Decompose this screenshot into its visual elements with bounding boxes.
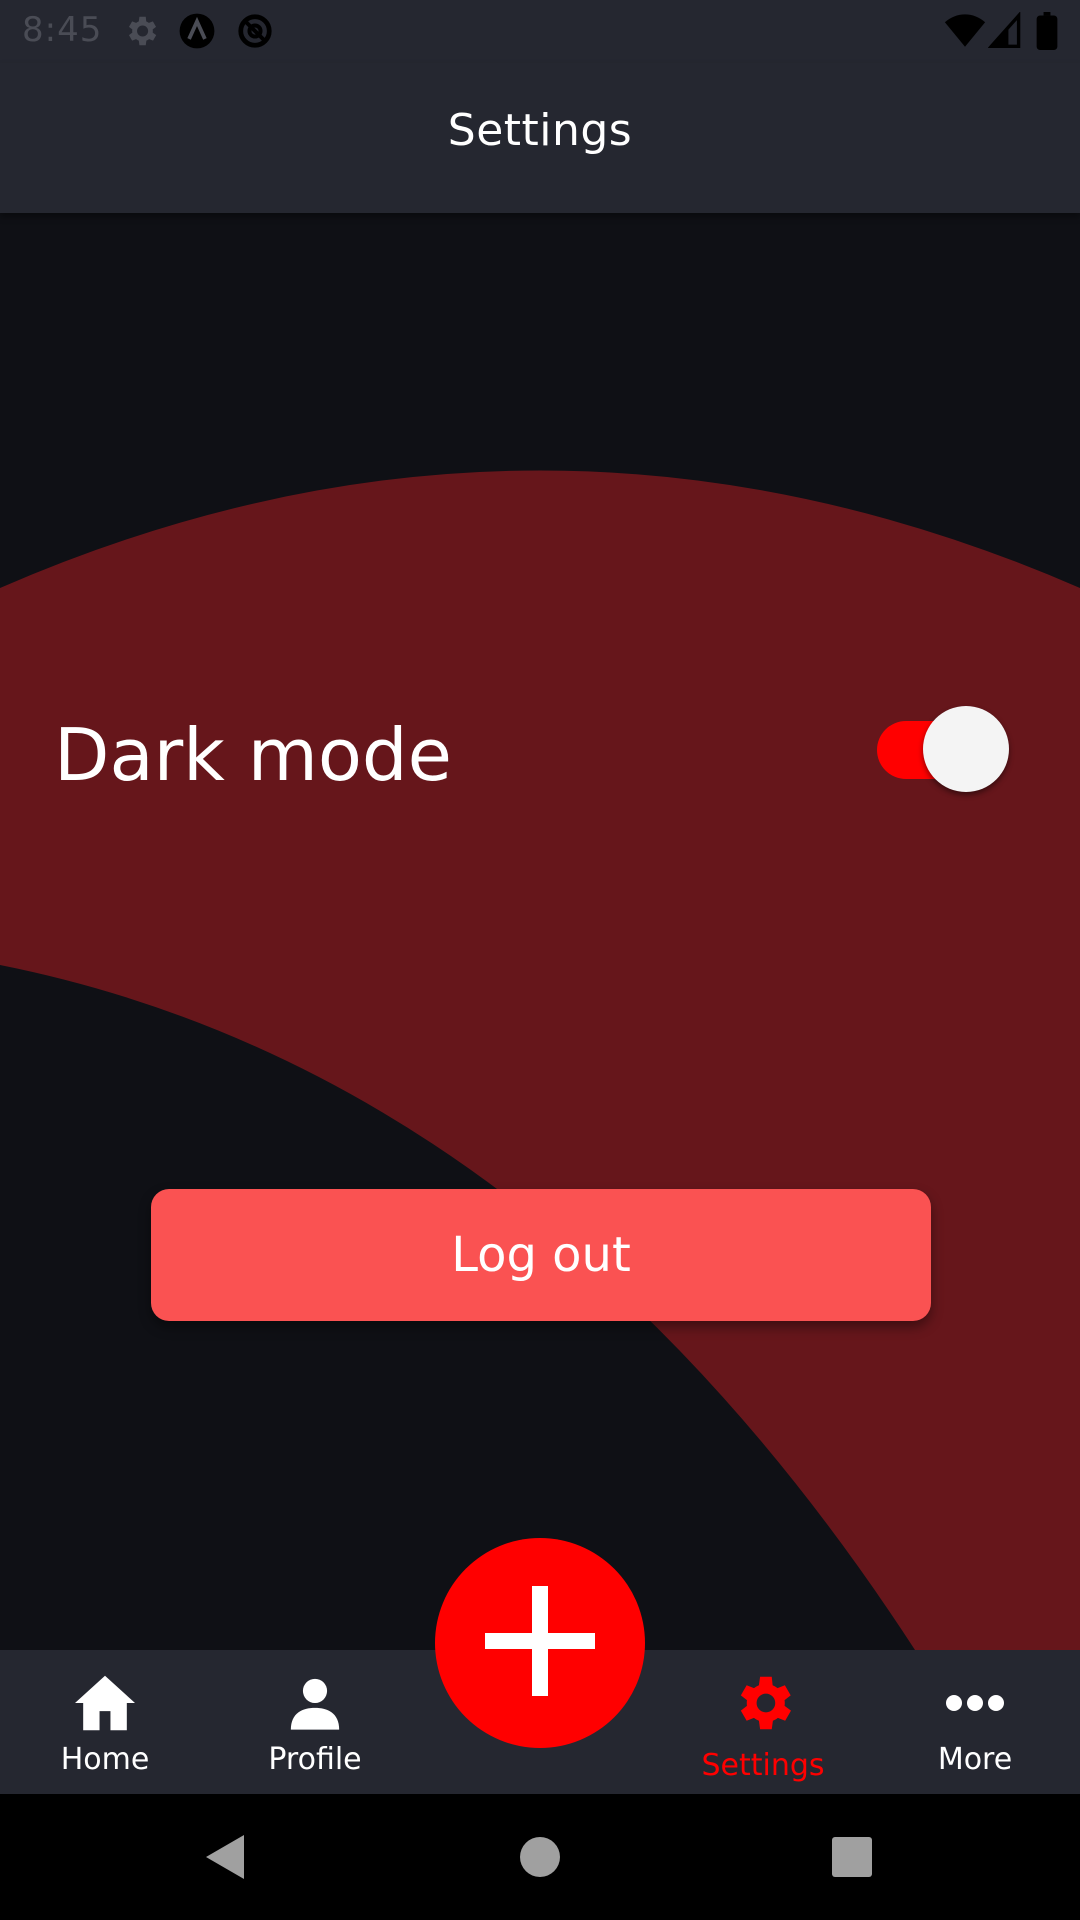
page-title: Settings <box>447 105 633 156</box>
system-nav-bar <box>0 1794 1080 1920</box>
tab-profile-label: Profile <box>268 1742 362 1777</box>
logout-button-label: Log out <box>451 1227 631 1283</box>
dark-mode-setting-row: Dark mode <box>0 693 1080 813</box>
status-bar: 8:45 <box>0 0 1080 63</box>
battery-icon <box>1036 12 1058 51</box>
toggle-thumb <box>923 706 1009 792</box>
tab-profile[interactable]: Profile <box>225 1650 405 1794</box>
add-fab-button[interactable] <box>435 1538 645 1748</box>
tab-home[interactable]: Home <box>15 1650 195 1794</box>
tab-more[interactable]: More <box>885 1650 1065 1794</box>
dark-mode-toggle[interactable] <box>877 706 1011 792</box>
app-header: Settings <box>0 63 1080 213</box>
recents-icon[interactable] <box>822 1827 882 1887</box>
wifi-icon <box>944 12 986 50</box>
settings-content: Dark mode Log out <box>0 213 1080 1650</box>
signal-icon <box>987 11 1026 50</box>
status-time: 8:45 <box>22 10 103 50</box>
person-icon <box>280 1672 350 1734</box>
more-horizontal-icon <box>940 1672 1010 1734</box>
plus-icon <box>485 1586 595 1700</box>
gear-icon <box>122 12 160 50</box>
gear-icon <box>728 1672 798 1734</box>
back-icon[interactable] <box>196 1827 256 1887</box>
home-circle-icon[interactable] <box>510 1827 570 1887</box>
sync-icon <box>236 12 274 50</box>
dark-mode-label: Dark mode <box>54 713 452 797</box>
decorative-wave-background <box>0 470 1080 1650</box>
logout-button[interactable]: Log out <box>151 1189 931 1321</box>
home-icon <box>70 1672 140 1734</box>
tab-more-label: More <box>937 1742 1013 1777</box>
tab-settings-label: Settings <box>701 1748 825 1783</box>
app-logo-icon <box>178 12 216 50</box>
tab-settings[interactable]: Settings <box>673 1650 853 1794</box>
tab-home-label: Home <box>60 1742 150 1777</box>
